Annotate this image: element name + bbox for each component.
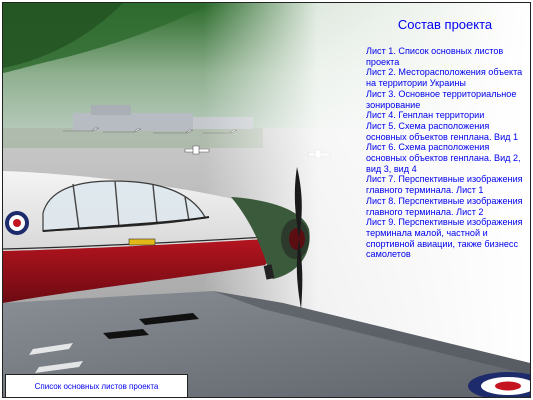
sheet-list-item-2[interactable]: Лист 2. Месторасположения объекта на тер… (366, 67, 528, 88)
sheet-list-item-1[interactable]: Лист 1. Список основных листов проекта (366, 46, 528, 67)
sheet-list-item-9[interactable]: Лист 9. Перспективные изображения термин… (366, 217, 528, 260)
sheet-list-item-6[interactable]: Лист 6. Схема расположения основных объе… (366, 142, 528, 174)
sheet-caption-label: Список основных листов проекта (34, 382, 159, 391)
sheet-list: Лист 1. Список основных листов проекта Л… (366, 46, 528, 260)
sheet-list-item-8[interactable]: Лист 8. Перспективные изображения главно… (366, 196, 528, 217)
sheet-list-item-7[interactable]: Лист 7. Перспективные изображения главно… (366, 174, 528, 195)
project-contents-title: Состав проекта (397, 17, 493, 32)
sheet-caption-box: Список основных листов проекта (5, 374, 188, 397)
sheet-list-item-4[interactable]: Лист 4. Генплан территории (366, 110, 528, 121)
sheet-list-item-3[interactable]: Лист 3. Основное территориальное зониров… (366, 89, 528, 110)
sheet-list-item-5[interactable]: Лист 5. Схема расположения основных объе… (366, 121, 528, 142)
project-sheet: Состав проекта Лист 1. Список основных л… (2, 2, 531, 398)
